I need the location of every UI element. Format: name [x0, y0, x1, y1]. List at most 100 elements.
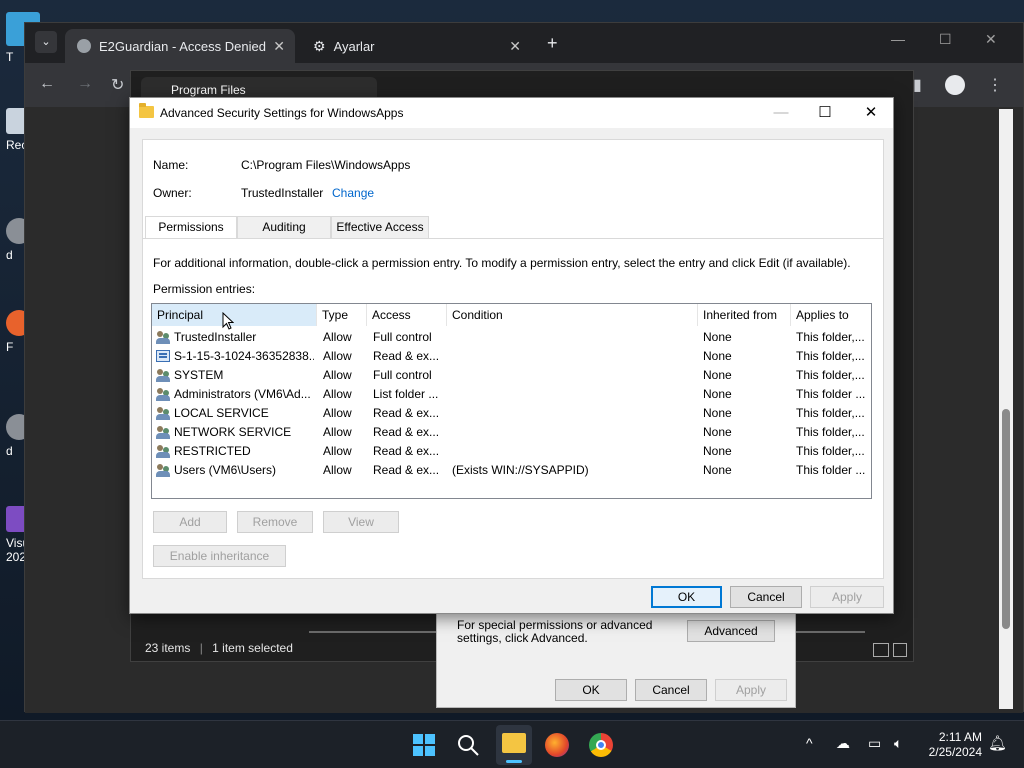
- table-row[interactable]: SYSTEM Allow Full control None This fold…: [152, 366, 871, 385]
- inherited-cell: None: [703, 349, 732, 363]
- tab-label: Ayarlar: [333, 38, 375, 54]
- condition-cell: [452, 423, 692, 442]
- explorer-tab[interactable]: Program Files: [141, 77, 377, 99]
- scrollbar-thumb[interactable]: [1002, 409, 1010, 629]
- file-explorer-taskbar-button[interactable]: [496, 725, 532, 765]
- notification-bell-icon[interactable]: 🔔︎: [988, 734, 1007, 752]
- status-bar: 23 items | 1 item selected: [145, 641, 293, 655]
- back-icon[interactable]: ←: [39, 75, 55, 93]
- tiles-view-icon[interactable]: [893, 643, 907, 657]
- table-row[interactable]: TrustedInstaller Allow Full control None…: [152, 328, 871, 347]
- table-row[interactable]: S-1-15-3-1024-36352838... Allow Read & e…: [152, 347, 871, 366]
- side-panel-icon[interactable]: ▮: [913, 75, 922, 95]
- item-count: 23 items: [145, 641, 191, 655]
- add-button[interactable]: Add: [153, 511, 227, 533]
- type-cell: Allow: [323, 463, 352, 477]
- tab-search-button[interactable]: ⌄: [35, 31, 57, 53]
- cancel-button[interactable]: Cancel: [635, 679, 707, 701]
- tab-effective-access[interactable]: Effective Access: [331, 216, 429, 238]
- table-row[interactable]: Administrators (VM6\Ad... Allow List fol…: [152, 385, 871, 404]
- applies-cell: This folder,...: [796, 349, 865, 363]
- chevron-up-icon[interactable]: ^: [806, 735, 813, 751]
- clock[interactable]: 2:11 AM 2/25/2024: [926, 730, 982, 760]
- type-cell: Allow: [323, 387, 352, 401]
- folder-icon: [502, 733, 526, 753]
- table-row[interactable]: RESTRICTED Allow Read & ex... None This …: [152, 442, 871, 461]
- type-cell: Allow: [323, 425, 352, 439]
- tab-auditing[interactable]: Auditing: [237, 216, 331, 238]
- mouse-cursor-icon: [222, 312, 234, 330]
- active-indicator: [506, 760, 522, 763]
- condition-cell: [452, 347, 692, 366]
- ok-button[interactable]: OK: [555, 679, 627, 701]
- access-cell: Read & ex...: [373, 425, 440, 439]
- maximize-button[interactable]: ☐: [939, 31, 952, 48]
- globe-icon: [77, 39, 91, 53]
- applies-cell: This folder,...: [796, 330, 865, 344]
- column-condition[interactable]: Condition: [447, 304, 698, 326]
- close-tab-icon[interactable]: ✕: [273, 38, 285, 55]
- scrollbar[interactable]: [999, 109, 1013, 709]
- close-tab-icon[interactable]: ✕: [509, 38, 521, 55]
- enable-inheritance-button[interactable]: Enable inheritance: [153, 545, 286, 567]
- tab-permissions[interactable]: Permissions: [145, 216, 237, 239]
- column-type[interactable]: Type: [317, 304, 367, 326]
- permission-entries-list[interactable]: Principal Type Access Condition Inherite…: [151, 303, 872, 499]
- inherited-cell: None: [703, 425, 732, 439]
- apply-button[interactable]: Apply: [810, 586, 884, 608]
- owner-value: TrustedInstaller: [241, 186, 324, 200]
- folder-icon: [139, 103, 154, 118]
- applies-cell: This folder,...: [796, 368, 865, 382]
- firefox-icon[interactable]: [545, 733, 569, 757]
- condition-cell: [452, 404, 692, 423]
- access-cell: Full control: [373, 368, 432, 382]
- principal-cell: Administrators (VM6\Ad...: [174, 387, 311, 401]
- ok-button[interactable]: OK: [651, 586, 722, 608]
- tab-e2guardian[interactable]: E2Guardian - Access Denied ✕: [65, 29, 295, 63]
- type-cell: Allow: [323, 368, 352, 382]
- condition-cell: [452, 385, 692, 404]
- inherited-cell: None: [703, 368, 732, 382]
- condition-cell: (Exists WIN://SYSAPPID): [452, 463, 589, 477]
- close-button[interactable]: ✕: [856, 102, 886, 124]
- start-button-icon[interactable]: [412, 733, 436, 757]
- details-view-icon[interactable]: [873, 643, 889, 657]
- column-access[interactable]: Access: [367, 304, 447, 326]
- taskbar: ^ ☁ ▭ 🔈︎ 2:11 AM 2/25/2024 🔔︎: [0, 720, 1024, 768]
- search-icon[interactable]: [456, 733, 480, 757]
- menu-icon[interactable]: ⋮: [987, 75, 1003, 95]
- advanced-button[interactable]: Advanced: [687, 620, 775, 642]
- apply-button[interactable]: Apply: [715, 679, 787, 701]
- tab-ayarlar[interactable]: ⚙ Ayarlar ✕: [301, 29, 531, 63]
- change-owner-link[interactable]: Change: [332, 186, 374, 200]
- forward-icon[interactable]: →: [77, 75, 93, 93]
- advanced-security-dialog: Advanced Security Settings for WindowsAp…: [129, 97, 894, 614]
- remove-button[interactable]: Remove: [237, 511, 313, 533]
- applies-cell: This folder,...: [796, 425, 865, 439]
- maximize-button[interactable]: ☐: [810, 102, 840, 124]
- minimize-button[interactable]: —: [891, 31, 905, 47]
- minimize-button[interactable]: —: [766, 102, 796, 124]
- cloud-icon[interactable]: ☁: [836, 735, 850, 752]
- cancel-button[interactable]: Cancel: [730, 586, 802, 608]
- properties-dialog: For special permissions or advanced sett…: [436, 612, 796, 708]
- selected-count: 1 item selected: [212, 641, 293, 655]
- gear-icon: ⚙: [313, 37, 326, 54]
- close-window-button[interactable]: ✕: [985, 31, 997, 48]
- table-row[interactable]: LOCAL SERVICE Allow Read & ex... None Th…: [152, 404, 871, 423]
- column-applies-to[interactable]: Applies to: [791, 304, 871, 326]
- reload-icon[interactable]: ↻: [111, 75, 124, 95]
- table-row[interactable]: Users (VM6\Users) Allow Read & ex... (Ex…: [152, 461, 871, 480]
- view-button[interactable]: View: [323, 511, 399, 533]
- volume-icon[interactable]: 🔈︎: [894, 735, 902, 752]
- column-principal[interactable]: Principal: [152, 304, 317, 326]
- profile-icon[interactable]: [945, 75, 965, 95]
- tab-divider: [143, 238, 883, 239]
- inherited-cell: None: [703, 387, 732, 401]
- table-row[interactable]: NETWORK SERVICE Allow Read & ex... None …: [152, 423, 871, 442]
- new-tab-button[interactable]: +: [547, 33, 558, 54]
- network-icon[interactable]: ▭: [868, 735, 881, 752]
- chrome-icon[interactable]: [589, 733, 613, 757]
- column-inherited-from[interactable]: Inherited from: [698, 304, 791, 326]
- tab-strip: ⌄ E2Guardian - Access Denied ✕ ⚙ Ayarlar…: [25, 23, 1023, 63]
